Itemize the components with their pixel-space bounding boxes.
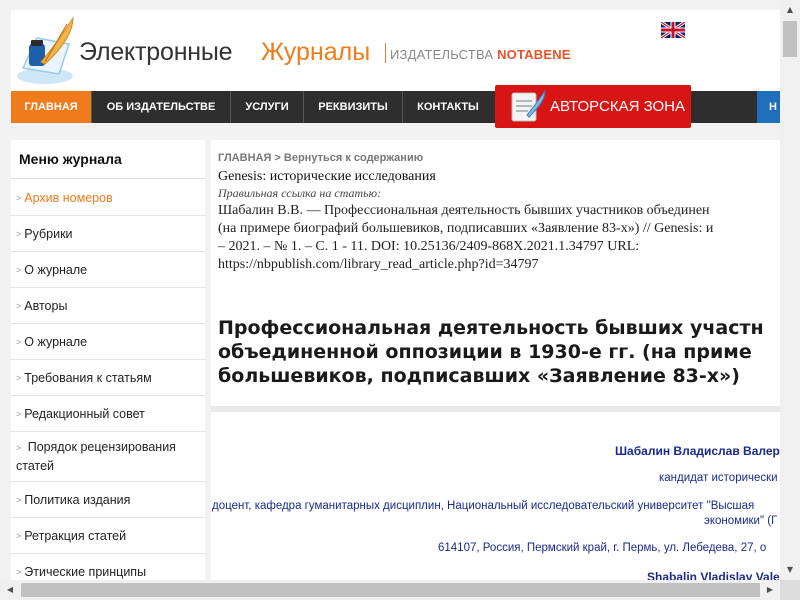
sidebar-item-rubrics[interactable]: > Рубрики: [11, 216, 205, 252]
logo-text-electronic[interactable]: Электронные: [79, 38, 233, 67]
chevron-right-icon: >: [16, 336, 22, 347]
scroll-down-arrow-icon[interactable]: ▼: [780, 560, 800, 580]
sidebar-item-label: О журнале: [24, 262, 88, 277]
logo-text-journals[interactable]: Журналы: [261, 38, 370, 67]
sidebar-item-ethics[interactable]: > Этические принципы: [11, 554, 205, 580]
sidebar-item-about-2[interactable]: > О журнале: [11, 324, 205, 360]
nav-item-contacts[interactable]: КОНТАКТЫ: [403, 91, 493, 123]
publisher-name: NOTABENE: [497, 47, 571, 62]
chevron-right-icon: >: [16, 372, 22, 383]
sidebar-item-label: Этические принципы: [24, 564, 147, 579]
chevron-right-icon: >: [16, 300, 22, 311]
chevron-right-icon: >: [16, 192, 22, 203]
scroll-up-arrow-icon[interactable]: ▲: [780, 0, 800, 20]
author-zone-button[interactable]: АВТОРСКАЯ ЗОНА: [495, 85, 691, 128]
scrollbar-corner: [780, 580, 800, 600]
author-name: Шабалин Владислав Валер: [615, 444, 780, 458]
sidebar-item-requirements[interactable]: > Требования к статьям: [11, 360, 205, 396]
article-title-line: Профессиональная деятельность бывших уча…: [218, 317, 764, 339]
sidebar-item-editorial-board[interactable]: > Редакционный совет: [11, 396, 205, 432]
logo-divider: [385, 43, 386, 63]
citation-url: https://nbpublish.com/library_read_artic…: [218, 257, 539, 272]
sidebar-item-review-procedure[interactable]: > Порядок рецензирования статей: [11, 432, 205, 482]
chevron-right-icon: >: [16, 443, 22, 453]
vertical-scroll-thumb[interactable]: [783, 21, 797, 57]
chevron-right-icon: >: [16, 264, 22, 275]
sidebar-item-retraction[interactable]: > Ретракция статей: [11, 518, 205, 554]
sidebar-item-label: Архив номеров: [24, 190, 113, 205]
publisher-label: ИЗДАТЕЛЬСТВА NOTABENE: [390, 47, 571, 62]
author-name-en: Shabalin Vladislav Vale: [647, 570, 780, 580]
citation-line: (на примере биографий большевиков, подпи…: [218, 221, 714, 236]
sidebar-title: Меню журнала: [11, 140, 205, 179]
vertical-scrollbar[interactable]: ▲ ▼: [780, 0, 800, 580]
sidebar-item-text: Порядок рецензирования статей: [16, 440, 176, 473]
inkwell-quill-logo-icon[interactable]: [15, 16, 79, 86]
scroll-left-arrow-icon[interactable]: ◀: [0, 580, 20, 600]
nav-item-about-publisher[interactable]: ОБ ИЗДАТЕЛЬСТВЕ: [92, 91, 230, 123]
sidebar-item-label: Рубрики: [24, 226, 73, 241]
author-address: 614107, Россия, Пермский край, г. Пермь,…: [438, 542, 767, 554]
breadcrumb[interactable]: ГЛАВНАЯ > Вернуться к содержанию: [218, 152, 423, 164]
chevron-right-icon: >: [16, 494, 22, 505]
sidebar-item-label: Авторы: [24, 298, 68, 313]
section-divider: [211, 406, 780, 412]
chevron-right-icon: >: [16, 530, 22, 541]
author-zone-label: АВТОРСКАЯ ЗОНА: [550, 98, 685, 115]
horizontal-scrollbar[interactable]: ◀ ▶: [0, 580, 780, 600]
author-position-cont: экономики" (Г: [704, 515, 778, 527]
article-title-line: большевиков, подписавших «Заявление 83-х…: [218, 365, 740, 387]
nav-item-requisites[interactable]: РЕКВИЗИТЫ: [304, 91, 402, 123]
sidebar-item-label: Ретракция статей: [24, 528, 127, 543]
horizontal-scroll-thumb[interactable]: [21, 583, 760, 597]
journal-menu-sidebar: Меню журнала > Архив номеров > Рубрики > О …: [11, 140, 205, 580]
site-header: Электронные Журналы ИЗДАТЕЛЬСТВА NOTABEN…: [11, 10, 780, 92]
document-quill-icon: [511, 89, 546, 122]
chevron-right-icon: >: [16, 408, 22, 419]
chevron-right-icon: >: [16, 566, 22, 577]
sidebar-item-label: Политика издания: [24, 492, 131, 507]
article-title-line: объединенной оппозиции в 1930-е гг. (на …: [218, 341, 752, 363]
sidebar-item-policy[interactable]: > Политика издания: [11, 482, 205, 518]
uk-flag-icon[interactable]: [661, 22, 685, 38]
article-content: ГЛАВНАЯ > Вернуться к содержанию Genesis…: [211, 140, 780, 580]
chevron-right-icon: >: [16, 228, 22, 239]
browser-viewport: Электронные Журналы ИЗДАТЕЛЬСТВА NOTABEN…: [0, 0, 780, 580]
sidebar-item-label: О журнале: [24, 334, 88, 349]
author-position: доцент, кафедра гуманитарных дисциплин, …: [212, 500, 755, 512]
citation-label: Правильная ссылка на статью:: [218, 186, 382, 200]
scroll-right-arrow-icon[interactable]: ▶: [760, 580, 780, 600]
citation-line: Шабалин В.В. — Профессиональная деятельн…: [218, 203, 710, 218]
sidebar-item-authors[interactable]: > Авторы: [11, 288, 205, 324]
sidebar-item-about[interactable]: > О журнале: [11, 252, 205, 288]
sidebar-item-label: Редакционный совет: [24, 406, 145, 421]
citation-line: – 2021. – № 1. – С. 1 - 11. DOI: 10.2513…: [218, 239, 640, 254]
sidebar-item-label: > Порядок рецензирования статей: [16, 438, 199, 475]
nav-item-cut-off[interactable]: Н: [757, 91, 780, 123]
nav-item-services[interactable]: УСЛУГИ: [231, 91, 303, 123]
publisher-prefix: ИЗДАТЕЛЬСТВА: [390, 47, 494, 62]
nav-item-home[interactable]: ГЛАВНАЯ: [11, 91, 91, 123]
author-degree: кандидат исторически: [659, 472, 778, 484]
sidebar-item-label: Требования к статьям: [24, 370, 152, 385]
journal-title: Genesis: исторические исследования: [218, 169, 436, 184]
sidebar-item-archive[interactable]: > Архив номеров: [11, 180, 205, 216]
